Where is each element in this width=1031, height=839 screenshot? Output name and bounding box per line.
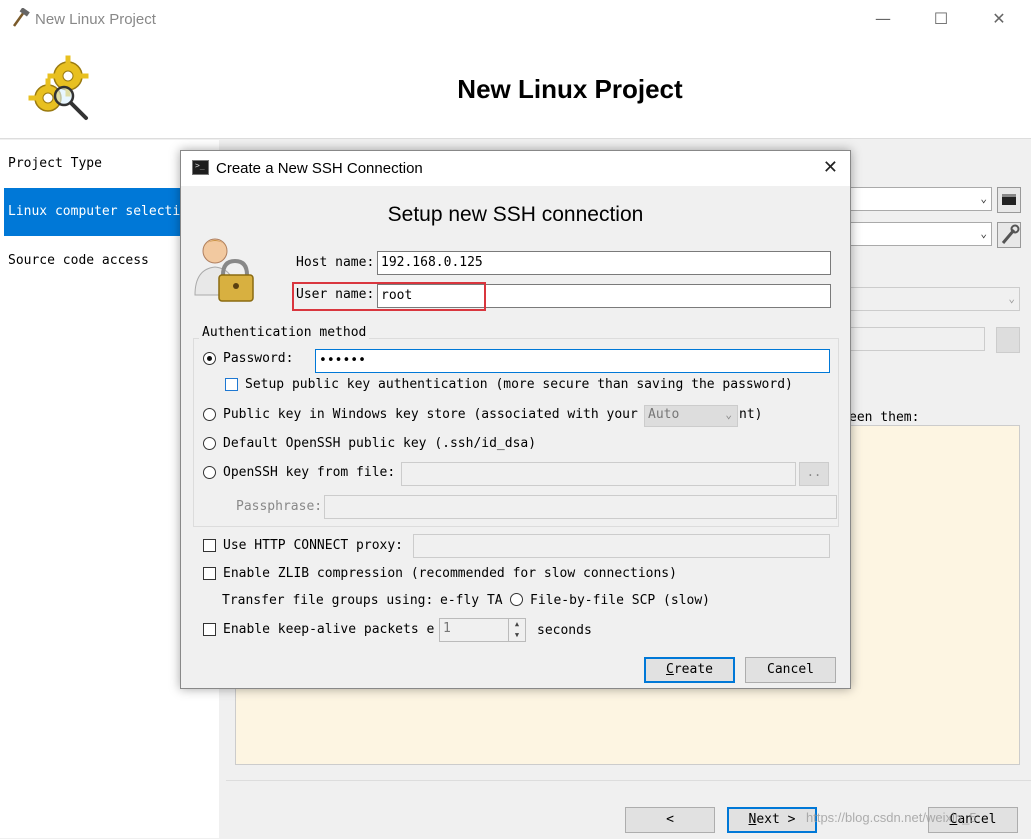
host-name-input[interactable]: 192.168.0.125 <box>377 251 831 275</box>
minimize-button[interactable]: — <box>872 8 894 30</box>
wizard-title: New Linux Project <box>457 74 683 104</box>
spinner-arrows-icon: ▲ ▼ <box>508 619 525 641</box>
host-name-label: Host name: <box>296 255 375 270</box>
openssh-file-label: OpenSSH key from file: <box>223 465 396 480</box>
zlib-label: Enable ZLIB compression (recommended for… <box>223 566 677 581</box>
openssh-file-input <box>401 462 796 486</box>
wrench-button[interactable] <box>997 222 1021 248</box>
disabled-combo: ⌄ <box>846 287 1020 311</box>
disabled-button <box>996 327 1020 353</box>
keepalive-spinner: 1 ▲ ▼ <box>439 618 526 642</box>
setup-pubkey-label: Setup public key authentication (more se… <box>245 377 793 392</box>
pubkey-windows-label: Public key in Windows key store (associa… <box>223 407 638 422</box>
dialog-titlebar: >_ Create a New SSH Connection ✕ <box>181 151 850 186</box>
pubkey-windows-suffix: nt) <box>739 407 763 422</box>
app-hammer-icon <box>12 8 30 27</box>
password-label: Password: <box>223 351 294 366</box>
passphrase-label: Passphrase: <box>236 499 323 514</box>
terminal-icon: >_ <box>192 160 209 175</box>
next-button[interactable]: Next > <box>727 807 817 833</box>
user-lock-icon <box>194 238 254 302</box>
keepalive-checkbox[interactable] <box>203 623 216 636</box>
transfer-option-1[interactable]: e-fly TA <box>440 593 503 608</box>
wrench-button-icon <box>1001 224 1020 244</box>
setup-pubkey-checkbox[interactable] <box>225 378 238 391</box>
terminal-button[interactable] <box>997 187 1021 213</box>
file-by-file-radio[interactable] <box>510 593 523 606</box>
auth-method-title: Authentication method <box>199 325 370 340</box>
window-title: New Linux Project <box>35 11 156 28</box>
password-radio[interactable] <box>203 352 216 365</box>
user-name-highlight-box <box>292 282 486 311</box>
proxy-input <box>413 534 830 558</box>
maximize-button[interactable]: ☐ <box>930 8 952 30</box>
computer-combo[interactable]: ⌄ <box>846 187 992 211</box>
window-titlebar: New Linux Project — ☐ ✕ <box>0 0 1031 38</box>
key-store-combo-value: Auto <box>648 407 680 422</box>
create-label: reate <box>673 662 713 677</box>
pubkey-windows-radio[interactable] <box>203 408 216 421</box>
next-label: ext > <box>756 812 796 827</box>
proxy-checkbox[interactable] <box>203 539 216 552</box>
transfer-label: Transfer file groups using: <box>222 593 434 608</box>
keepalive-unit: seconds <box>537 623 592 638</box>
proxy-label: Use HTTP CONNECT proxy: <box>223 538 404 553</box>
wizard-header: New Linux Project <box>0 38 1031 139</box>
passphrase-input <box>324 495 837 519</box>
terminal-button-icon <box>1002 194 1016 205</box>
watermark: https://blog.csdn.net/weixin_5 <box>806 810 977 825</box>
dialog-close-button[interactable]: ✕ <box>823 157 838 178</box>
dialog-cancel-button[interactable]: Cancel <box>745 657 836 683</box>
default-openssh-label: Default OpenSSH public key (.ssh/id_dsa) <box>223 436 537 451</box>
transfer-option-2: File-by-file SCP (slow) <box>530 593 711 608</box>
dialog-heading: Setup new SSH connection <box>387 203 644 226</box>
background-label: een them: <box>849 410 920 425</box>
password-input[interactable]: •••••• <box>315 349 830 373</box>
ssh-connection-dialog: >_ Create a New SSH Connection ✕ Setup n… <box>180 150 851 689</box>
platform-combo[interactable]: ⌄ <box>846 222 992 246</box>
dialog-title: Create a New SSH Connection <box>216 160 423 177</box>
disabled-field <box>846 327 985 351</box>
close-button[interactable]: ✕ <box>988 8 1010 30</box>
zlib-checkbox[interactable] <box>203 567 216 580</box>
keepalive-value: 1 <box>443 621 451 636</box>
default-openssh-radio[interactable] <box>203 437 216 450</box>
key-store-combo: Auto ⌄ <box>644 405 738 427</box>
back-button[interactable]: < <box>625 807 715 833</box>
keepalive-label: Enable keep-alive packets e <box>223 622 435 637</box>
create-mnemonic: C <box>666 662 674 677</box>
openssh-file-radio[interactable] <box>203 466 216 479</box>
browse-key-button: .. <box>799 462 829 486</box>
create-button[interactable]: Create <box>644 657 735 683</box>
